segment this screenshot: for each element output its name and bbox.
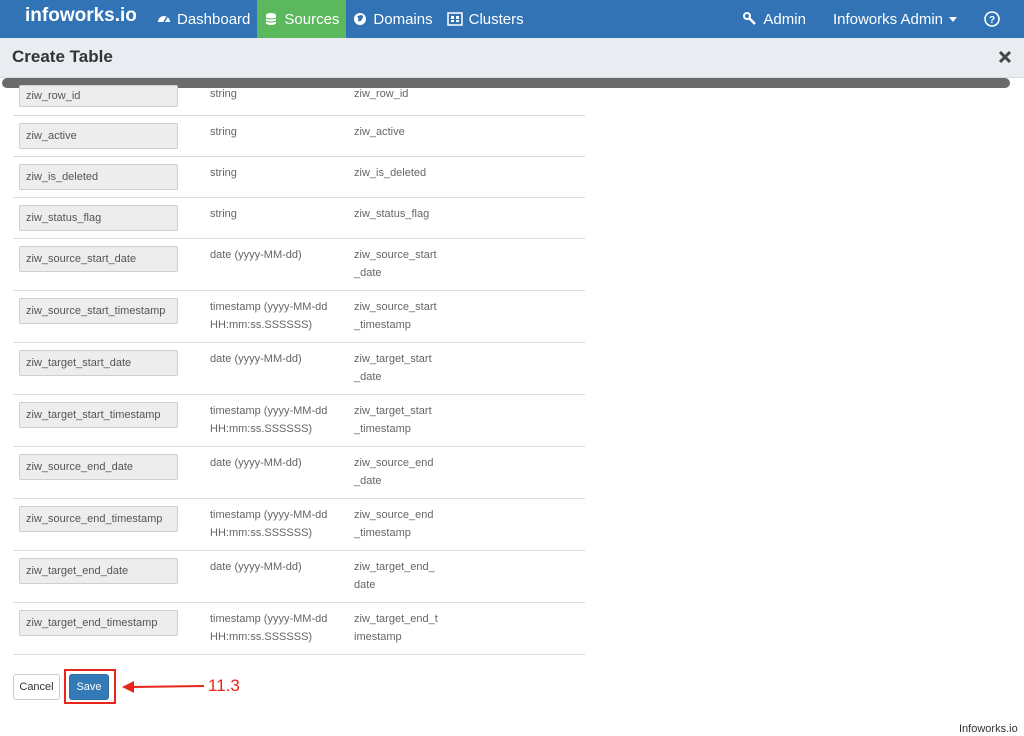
footer-brand: Infoworks.io — [959, 723, 1018, 735]
column-name-input[interactable]: ziw_source_start_timestamp — [19, 298, 178, 324]
target-column-name: ziw_target_start _date — [354, 353, 432, 383]
help-button[interactable]: ? — [977, 0, 1024, 38]
nav-dashboard-label: Dashboard — [177, 10, 251, 28]
annotation-highlight-box — [64, 669, 116, 704]
table-row: ziw_source_end_date date (yyyy-MM-dd) ziw_… — [13, 447, 585, 499]
nav-clusters[interactable]: Clusters — [440, 0, 531, 38]
column-table: ziw_row_id string ziw_row_id ziw_active stri… — [13, 74, 585, 655]
table-row: ziw_active string ziw_active — [13, 116, 585, 157]
column-name-input[interactable]: ziw_target_end_date — [19, 558, 178, 584]
target-column-name: ziw_target_start _timestamp — [354, 405, 432, 435]
target-column-name: ziw_active — [354, 126, 405, 138]
modal-title: Create Table — [12, 47, 113, 66]
target-column-name: ziw_source_start _date — [354, 249, 437, 279]
column-name-input[interactable]: ziw_target_start_timestamp — [19, 402, 178, 428]
column-type: string — [210, 167, 237, 179]
column-name-input[interactable]: ziw_active — [19, 123, 178, 149]
brand-logo[interactable]: infoworks.io — [0, 0, 150, 38]
nav-domains-label: Domains — [373, 10, 433, 28]
target-column-name: ziw_source_end _timestamp — [354, 509, 434, 539]
column-name-input[interactable]: ziw_source_end_timestamp — [19, 506, 178, 532]
table-row: ziw_is_deleted string ziw_is_deleted — [13, 157, 585, 198]
column-name-input[interactable]: ziw_source_end_date — [19, 454, 178, 480]
table-row: ziw_source_end_timestamp timestamp (yyyy-… — [13, 499, 585, 551]
nav-right-group: Admin Infoworks Admin ? — [736, 0, 1024, 38]
caret-down-icon — [949, 16, 957, 22]
nav-admin-label: Admin — [763, 10, 806, 28]
user-menu-label: Infoworks Admin — [832, 10, 943, 28]
table-row: ziw_status_flag string ziw_status_flag — [13, 198, 585, 239]
user-menu[interactable]: Infoworks Admin — [826, 0, 977, 38]
target-column-name: ziw_source_end _date — [354, 457, 434, 487]
annotation-arrow — [122, 681, 205, 693]
column-name-input[interactable]: ziw_is_deleted — [19, 164, 178, 190]
column-type: timestamp (yyyy-MM-dd HH:mm:ss.SSSSSS) — [210, 405, 328, 435]
column-name-input[interactable]: ziw_row_id — [19, 85, 178, 107]
nav-dashboard[interactable]: Dashboard — [150, 0, 257, 38]
column-name-input[interactable]: ziw_status_flag — [19, 205, 178, 231]
table-row: ziw_target_end_timestamp timestamp (yyyy-… — [13, 603, 585, 655]
database-icon — [266, 13, 277, 25]
nav-domains[interactable]: Domains — [346, 0, 439, 38]
table-row: ziw_target_end_date date (yyyy-MM-dd) ziw_… — [13, 551, 585, 603]
globe-icon — [354, 13, 367, 25]
nav-clusters-label: Clusters — [468, 10, 524, 28]
column-type: timestamp (yyyy-MM-dd HH:mm:ss.SSSSSS) — [210, 301, 328, 331]
annotation-step-label: 11.3 — [208, 676, 240, 695]
table-row: ziw_source_start_timestamp timestamp (yyy… — [13, 291, 585, 343]
close-icon[interactable] — [998, 50, 1012, 64]
column-name-input[interactable]: ziw_target_start_date — [19, 350, 178, 376]
help-icon: ? — [984, 11, 1000, 27]
dashboard-icon — [158, 16, 170, 23]
target-column-name: ziw_is_deleted — [354, 167, 427, 179]
table-row: ziw_target_start_date date (yyyy-MM-dd) zi… — [13, 343, 585, 395]
target-column-name: ziw_source_start _timestamp — [354, 301, 437, 331]
target-column-name: ziw_row_id — [354, 88, 409, 100]
column-type: string — [210, 126, 237, 138]
table-row: ziw_source_start_date date (yyyy-MM-dd) zi… — [13, 239, 585, 291]
column-type: date (yyyy-MM-dd) — [210, 353, 302, 365]
top-navbar: infoworks.io Dashboard Sources Domains C… — [0, 0, 1024, 38]
nav-sources[interactable]: Sources — [257, 0, 347, 38]
nav-sources-label: Sources — [284, 10, 340, 28]
clusters-icon — [446, 12, 463, 26]
column-type: date (yyyy-MM-dd) — [210, 457, 302, 469]
cancel-button[interactable]: Cancel — [13, 674, 60, 700]
modal-header: Create Table — [0, 38, 1024, 78]
wrench-icon — [743, 12, 757, 25]
target-column-name: ziw_target_end_t imestamp — [354, 613, 438, 643]
svg-text:?: ? — [989, 15, 995, 26]
column-type: string — [210, 88, 237, 100]
column-type: string — [210, 208, 237, 220]
column-type: timestamp (yyyy-MM-dd HH:mm:ss.SSSSSS) — [210, 613, 328, 643]
column-name-input[interactable]: ziw_source_start_date — [19, 246, 178, 272]
column-type: date (yyyy-MM-dd) — [210, 249, 302, 261]
nav-admin[interactable]: Admin — [736, 0, 826, 38]
table-row: ziw_row_id string ziw_row_id — [13, 74, 585, 116]
target-column-name: ziw_target_end_ date — [354, 561, 435, 591]
column-type: date (yyyy-MM-dd) — [210, 561, 302, 573]
column-name-input[interactable]: ziw_target_end_timestamp — [19, 610, 178, 636]
table-row: ziw_target_start_timestamp timestamp (yyy… — [13, 395, 585, 447]
column-type: timestamp (yyyy-MM-dd HH:mm:ss.SSSSSS) — [210, 509, 328, 539]
target-column-name: ziw_status_flag — [354, 208, 430, 220]
